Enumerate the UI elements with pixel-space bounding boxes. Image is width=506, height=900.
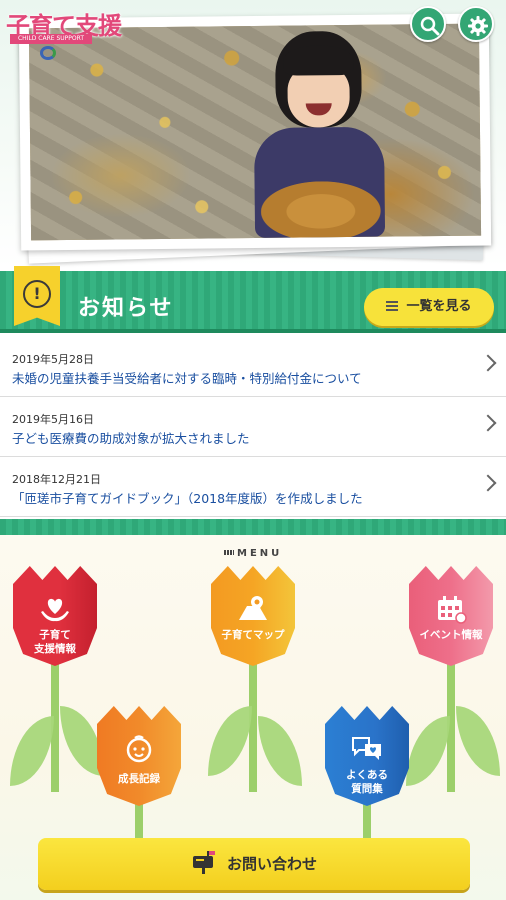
- mailbox-icon: [191, 843, 217, 874]
- calendar-icon: [438, 596, 467, 624]
- menu-events-label: イベント情報: [419, 629, 483, 641]
- news-link[interactable]: 未婚の児童扶養手当受給者に対する臨時・特別給付金について: [12, 368, 362, 387]
- news-link[interactable]: 子ども医療費の助成対象が拡大されました: [12, 428, 250, 447]
- menu-support-info[interactable]: 子育て 支援情報: [10, 566, 104, 796]
- section-divider: [0, 519, 506, 535]
- menu-faq-label2: 質問集: [351, 783, 383, 795]
- search-button[interactable]: [410, 6, 446, 42]
- news-item[interactable]: 2019年5月16日 子ども医療費の助成対象が拡大されました: [0, 397, 506, 457]
- baby-face-icon: [126, 735, 152, 763]
- logo-subtitle: CHILD CARE SUPPORT: [10, 34, 92, 44]
- menu-growth-label: 成長記録: [118, 773, 160, 785]
- news-date: 2019年5月28日: [12, 353, 94, 366]
- chevron-right-icon: [479, 354, 497, 372]
- menu-faq[interactable]: よくある 質問集: [322, 706, 412, 852]
- news-badge: !: [14, 266, 60, 326]
- hero-banner: 子育て支援 CHILD CARE SUPPORT: [0, 0, 506, 268]
- contact-label: お問い合わせ: [226, 855, 317, 873]
- menu-growth-record[interactable]: 成長記録: [94, 706, 184, 852]
- list-icon: [386, 301, 399, 311]
- view-all-label: 一覧を見る: [406, 299, 472, 314]
- news-item[interactable]: 2019年5月28日 未婚の児童扶養手当受給者に対する臨時・特別給付金について: [0, 337, 506, 397]
- news-item[interactable]: 2018年12月21日 「匝瑳市子育てガイドブック」（2018年度版）を作成しま…: [0, 457, 506, 517]
- search-icon: [420, 16, 440, 36]
- contact-button[interactable]: お問い合わせ: [38, 838, 470, 890]
- menu-map-label: 子育てマップ: [221, 629, 285, 641]
- heart-hands-icon: [41, 598, 69, 622]
- menu-support-label2: 支援情報: [34, 643, 76, 655]
- news-list: 2019年5月28日 未婚の児童扶養手当受給者に対する臨時・特別給付金について …: [0, 337, 506, 517]
- news-title: お知らせ: [78, 296, 174, 321]
- alert-icon: !: [23, 280, 51, 308]
- menu-map[interactable]: 子育てマップ: [208, 566, 302, 796]
- news-link[interactable]: 「匝瑳市子育てガイドブック」（2018年度版）を作成しました: [12, 488, 363, 507]
- chevron-right-icon: [479, 474, 497, 492]
- settings-button[interactable]: [458, 6, 494, 42]
- menu-events[interactable]: イベント情報: [406, 566, 500, 796]
- app-logo: 子育て支援 CHILD CARE SUPPORT: [6, 6, 122, 60]
- child-figure: [247, 30, 389, 241]
- chevron-right-icon: [479, 414, 497, 432]
- city-mark-icon: [40, 46, 56, 60]
- news-date: 2019年5月16日: [12, 413, 94, 426]
- gear-icon: [468, 16, 488, 36]
- map-pin-icon: [239, 596, 267, 620]
- menu-faq-label1: よくある: [346, 769, 388, 781]
- menu-label: MENU: [224, 548, 282, 559]
- menu-support-label1: 子育て: [39, 629, 71, 641]
- news-date: 2018年12月21日: [12, 473, 101, 486]
- view-all-button[interactable]: 一覧を見る: [364, 288, 494, 326]
- chat-bubbles-icon: [352, 737, 381, 760]
